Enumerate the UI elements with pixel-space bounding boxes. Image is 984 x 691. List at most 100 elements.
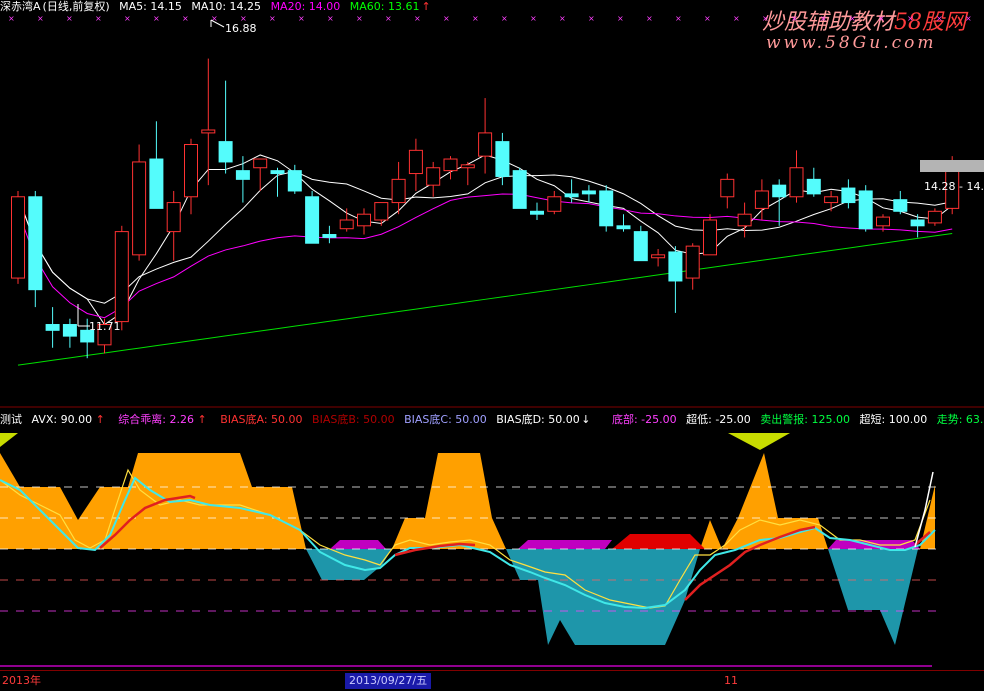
magenta-strip-2 xyxy=(518,540,612,549)
top-marker-icon: × xyxy=(588,14,595,23)
red-strip xyxy=(612,534,705,549)
candle-body-up xyxy=(11,196,25,279)
candle-body-up xyxy=(166,202,181,233)
candlestick xyxy=(547,190,562,215)
candle-body-up xyxy=(339,219,354,230)
top-marker-icon: × xyxy=(182,14,189,23)
candlestick xyxy=(841,179,856,209)
candle-body-down xyxy=(512,170,527,209)
top-marker-icon: × xyxy=(559,14,566,23)
candlestick xyxy=(357,208,371,235)
top-markers: × × × × × × × × × × × × × × × × × × × × × × × × × × × × × × × × × × xyxy=(8,14,972,23)
candle-body-up xyxy=(374,202,389,221)
candlesticks xyxy=(11,58,960,359)
candle-body-down xyxy=(495,141,510,177)
top-marker-icon: × xyxy=(762,14,769,23)
candle-body-up xyxy=(132,161,147,256)
top-marker-icon: × xyxy=(37,14,44,23)
candlestick xyxy=(512,167,527,209)
candle-body-up xyxy=(685,245,700,279)
candle-body-down xyxy=(322,234,337,238)
candle-body-up xyxy=(547,196,562,212)
candle-body-down xyxy=(28,196,43,291)
candlestick xyxy=(28,190,43,308)
magenta-strip-1 xyxy=(330,540,386,549)
candle-body-up xyxy=(426,167,441,186)
candlestick xyxy=(530,202,544,220)
top-marker-icon: × xyxy=(124,14,131,23)
candle-body-down xyxy=(564,193,579,198)
top-marker-icon: × xyxy=(704,14,711,23)
candlestick xyxy=(235,156,250,203)
candle-body-down xyxy=(893,199,908,212)
candle-body-down xyxy=(149,158,164,209)
candle-body-up xyxy=(357,213,371,227)
high-price-label: 16.88 xyxy=(225,22,257,35)
candlestick xyxy=(184,138,198,215)
candlestick xyxy=(789,150,804,203)
top-marker-icon: × xyxy=(849,14,856,23)
signal-triangle-right xyxy=(728,433,790,450)
candlestick xyxy=(45,307,60,348)
candlestick xyxy=(720,173,735,209)
candle-body-up xyxy=(703,219,717,256)
candle-body-down xyxy=(235,170,250,180)
date-selected[interactable]: 2013/09/27/五 xyxy=(345,673,432,689)
candlestick xyxy=(408,138,423,191)
candlestick xyxy=(737,202,752,238)
top-marker-icon: × xyxy=(791,14,798,23)
candle-body-down xyxy=(581,190,596,195)
price-annotations: 16.88 11.71 14.28 - 14.5 xyxy=(77,19,984,333)
candle-body-down xyxy=(45,324,60,331)
candlestick xyxy=(668,246,683,313)
candlestick xyxy=(166,190,181,261)
candlestick xyxy=(806,167,821,197)
candlestick xyxy=(478,98,493,174)
candlestick xyxy=(581,185,596,203)
candle-body-up xyxy=(737,213,752,227)
candlestick xyxy=(132,144,147,261)
top-marker-icon: × xyxy=(8,14,15,23)
date-axis: 2013年 2013/09/27/五 11 xyxy=(0,670,984,691)
magenta-strip-3 xyxy=(828,540,920,549)
candlestick xyxy=(651,249,666,267)
stock-chart-window: 深赤湾A (日线,前复权) MA5: 14.15 MA10: 14.25 MA20… xyxy=(0,0,984,691)
candle-body-down xyxy=(218,141,233,163)
candlestick xyxy=(927,208,942,226)
date-month: 11 xyxy=(724,674,738,687)
indicator-panel xyxy=(0,433,940,667)
top-marker-icon: × xyxy=(646,14,653,23)
candlestick xyxy=(460,161,475,186)
candlestick xyxy=(426,161,441,197)
top-marker-icon: × xyxy=(327,14,334,23)
top-marker-icon: × xyxy=(443,14,450,23)
candle-body-up xyxy=(789,167,804,198)
candlestick xyxy=(114,225,129,331)
candle-body-up xyxy=(408,149,423,175)
candlestick xyxy=(703,214,717,256)
signal-triangle-left xyxy=(0,433,18,447)
candlestick xyxy=(685,243,700,290)
candle-body-up xyxy=(184,144,198,198)
candlestick xyxy=(824,190,839,212)
candle-body-up xyxy=(754,190,769,209)
chart-canvas: × × × × × × × × × × × × × × × × × × × × × × × × × × × × × × × × × × 16.88… xyxy=(0,14,984,667)
ma60-line xyxy=(17,232,953,366)
top-marker-icon: × xyxy=(414,14,421,23)
candle-body-up xyxy=(114,231,129,323)
top-marker-icon: × xyxy=(936,14,943,23)
candle-body-down xyxy=(910,219,925,227)
date-year: 2013年 xyxy=(2,674,41,687)
candlestick xyxy=(599,185,614,232)
top-marker-icon: × xyxy=(907,14,914,23)
candlestick xyxy=(149,121,164,209)
candlestick xyxy=(322,225,337,244)
candle-body-up xyxy=(927,210,942,224)
top-marker-icon: × xyxy=(965,14,972,23)
right-price-label: 14.28 - 14.5 xyxy=(924,180,984,193)
candle-body-up xyxy=(478,132,493,157)
top-marker-icon: × xyxy=(66,14,73,23)
right-price-tag xyxy=(920,160,984,172)
teal-area xyxy=(306,549,918,645)
candlestick xyxy=(495,132,510,186)
